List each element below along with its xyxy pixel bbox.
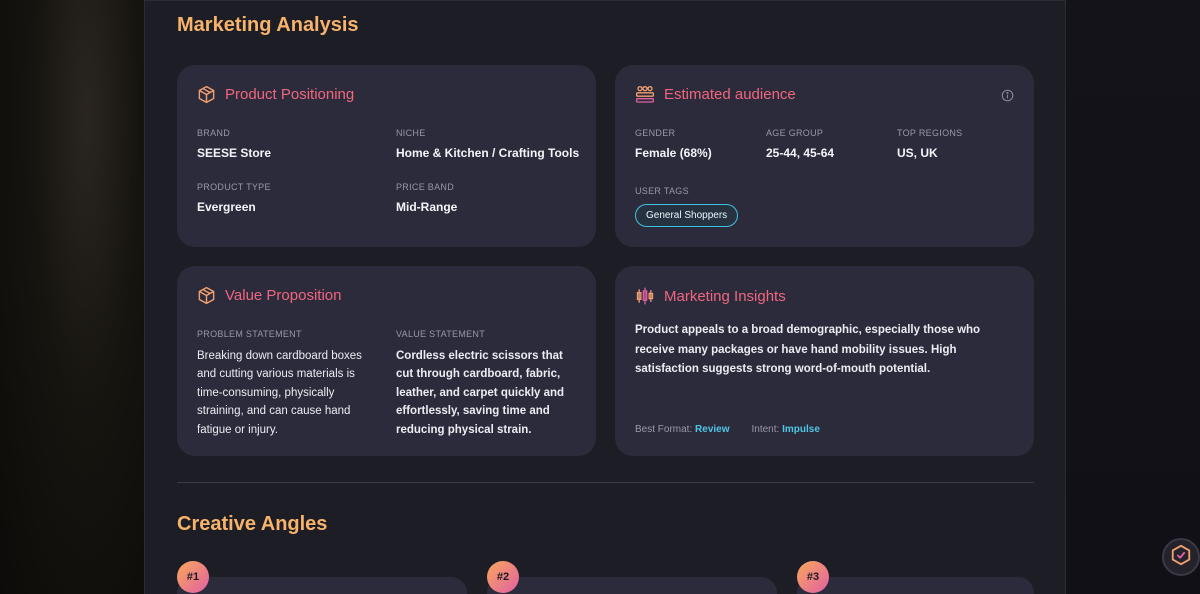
age-group-value: 25-44, 45-64 xyxy=(766,146,835,160)
brand-value: SEESE Store xyxy=(197,146,272,160)
intent-value: Impulse xyxy=(782,424,820,435)
price-band-field: PRICE BAND Mid-Range xyxy=(396,182,457,214)
box-icon xyxy=(197,286,216,305)
background-left xyxy=(0,0,144,594)
marketing-insights-header: Marketing Insights xyxy=(635,286,786,306)
product-type-value: Evergreen xyxy=(197,200,256,214)
top-regions-label: TOP REGIONS xyxy=(897,128,963,138)
product-positioning-title: Product Positioning xyxy=(225,86,355,103)
product-positioning-card: Product Positioning BRAND SEESE Store NI… xyxy=(177,65,596,247)
best-format: Best Format: Review xyxy=(635,424,730,435)
user-tags-label: USER TAGS xyxy=(635,186,689,196)
intent: Intent: Impulse xyxy=(752,424,820,435)
angle-badge-2: #2 xyxy=(487,561,519,593)
user-tag[interactable]: General Shoppers xyxy=(635,204,739,227)
estimated-audience-title: Estimated audience xyxy=(664,86,796,103)
problem-statement-label: PROBLEM STATEMENT xyxy=(197,329,302,339)
group-icon xyxy=(635,85,655,104)
creative-angle-card-2[interactable] xyxy=(487,577,777,594)
insights-text: Product appeals to a broad demographic, … xyxy=(635,324,981,375)
age-group-field: AGE GROUP 25-44, 45-64 xyxy=(766,128,834,160)
niche-value: Home & Kitchen / Crafting Tools xyxy=(396,146,580,160)
price-band-value: Mid-Range xyxy=(396,200,458,214)
product-type-field: PRODUCT TYPE Evergreen xyxy=(197,182,271,214)
brand-label: BRAND xyxy=(197,128,231,138)
section-divider xyxy=(177,482,1034,483)
age-group-label: AGE GROUP xyxy=(766,128,824,138)
gender-value: Female (68%) xyxy=(635,146,712,160)
app-logo-button[interactable] xyxy=(1162,538,1200,576)
value-statement-label: VALUE STATEMENT xyxy=(396,329,486,339)
gender-label: GENDER xyxy=(635,128,676,138)
creative-angle-card-3[interactable] xyxy=(797,577,1034,594)
value-statement-field: VALUE STATEMENT Cordless electric scisso… xyxy=(396,329,578,439)
estimated-audience-card: Estimated audience GENDER Female (68%) A… xyxy=(615,65,1034,247)
marketing-analysis-title: Marketing Analysis xyxy=(177,14,359,36)
top-regions-value: US, UK xyxy=(897,146,938,160)
gender-field: GENDER Female (68%) xyxy=(635,128,712,160)
niche-label: NICHE xyxy=(396,128,426,138)
creative-angle-card-1[interactable] xyxy=(177,577,467,594)
candlestick-icon xyxy=(635,286,655,306)
value-proposition-title: Value Proposition xyxy=(225,287,342,304)
problem-statement-text: Breaking down cardboard boxes and cuttin… xyxy=(197,350,362,436)
marketing-insights-card: Marketing Insights Product appeals to a … xyxy=(615,266,1034,456)
top-regions-field: TOP REGIONS US, UK xyxy=(897,128,962,160)
intent-label: Intent: xyxy=(751,424,780,435)
brand-field: BRAND SEESE Store xyxy=(197,128,271,160)
estimated-audience-header: Estimated audience xyxy=(635,85,796,104)
background-right xyxy=(1066,0,1200,594)
creative-angles-title: Creative Angles xyxy=(177,513,328,535)
value-proposition-header: Value Proposition xyxy=(197,286,341,305)
insights-footer: Best Format: Review Intent: Impulse xyxy=(635,424,820,435)
best-format-label: Best Format: xyxy=(635,424,693,435)
info-icon[interactable] xyxy=(1001,89,1014,107)
value-proposition-card: Value Proposition PROBLEM STATEMENT Brea… xyxy=(177,266,596,456)
product-positioning-header: Product Positioning xyxy=(197,85,354,104)
cube-check-icon xyxy=(1170,544,1192,571)
user-tags-field: USER TAGS General Shoppers xyxy=(635,186,739,227)
price-band-label: PRICE BAND xyxy=(396,182,455,192)
product-type-label: PRODUCT TYPE xyxy=(197,182,271,192)
angle-badge-3: #3 xyxy=(797,561,829,593)
box-icon xyxy=(197,85,216,104)
value-statement-text: Cordless electric scissors that cut thro… xyxy=(396,350,565,436)
marketing-insights-title: Marketing Insights xyxy=(664,287,786,305)
best-format-value: Review xyxy=(695,424,730,435)
niche-field: NICHE Home & Kitchen / Crafting Tools xyxy=(396,128,579,160)
angle-badge-1: #1 xyxy=(177,561,209,593)
problem-statement-field: PROBLEM STATEMENT Breaking down cardboar… xyxy=(197,329,372,439)
main-panel: Marketing Analysis Product Positioning B… xyxy=(144,0,1066,594)
